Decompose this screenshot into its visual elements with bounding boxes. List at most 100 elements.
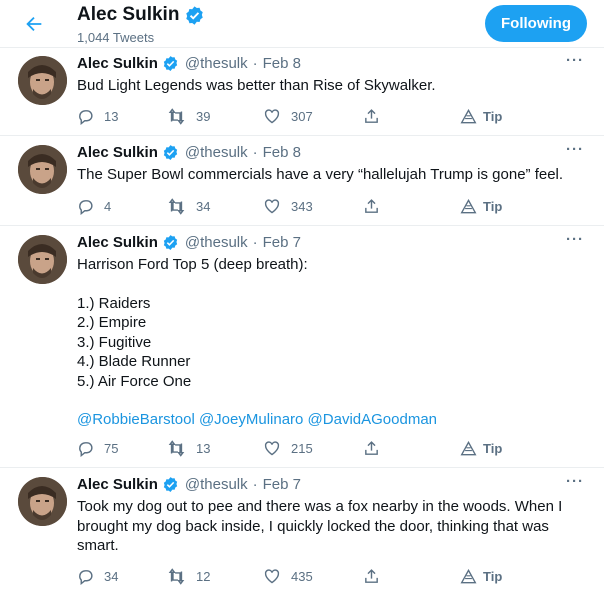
- tweet-actions: 4 34 343 Tip: [77, 196, 517, 216]
- share-icon: [365, 198, 378, 213]
- tweet-header: Alec Sulkin @thesulk · Feb 8: [77, 55, 301, 72]
- tweet[interactable]: Alec Sulkin @thesulk · Feb 8 ··· Bud Lig…: [0, 48, 604, 136]
- tweet-text-line: 1.) Raiders: [77, 294, 151, 312]
- more-icon[interactable]: ···: [566, 141, 584, 158]
- tweet[interactable]: Alec Sulkin @thesulk · Feb 7 ··· Took my…: [0, 469, 604, 596]
- tip-icon: [460, 198, 477, 213]
- reply-icon: [79, 441, 93, 457]
- tweet-header: Alec Sulkin @thesulk · Feb 7: [77, 234, 301, 251]
- tip-button[interactable]: Tip: [460, 196, 502, 216]
- retweet-button[interactable]: 34: [167, 196, 210, 216]
- like-icon: [264, 198, 280, 213]
- author-handle[interactable]: @thesulk: [185, 234, 248, 251]
- verified-badge-icon: [163, 477, 178, 492]
- reply-button[interactable]: 34: [77, 566, 118, 586]
- avatar-image: [18, 235, 67, 284]
- retweet-icon: [168, 197, 185, 215]
- reply-button[interactable]: 4: [77, 196, 111, 216]
- verified-badge-icon: [186, 5, 204, 25]
- more-icon[interactable]: ···: [566, 52, 584, 69]
- author-name[interactable]: Alec Sulkin: [77, 234, 158, 251]
- more-icon[interactable]: ···: [566, 473, 584, 490]
- avatar[interactable]: [18, 145, 67, 194]
- tweet-date[interactable]: Feb 7: [263, 476, 301, 493]
- tweet-actions: 34 12 435 Tip: [77, 566, 517, 586]
- like-button[interactable]: 343: [263, 196, 313, 216]
- tweet[interactable]: Alec Sulkin @thesulk · Feb 7 ··· Harriso…: [0, 227, 604, 468]
- share-button[interactable]: [363, 106, 380, 126]
- avatar-image: [18, 145, 67, 194]
- following-button[interactable]: Following: [485, 5, 587, 42]
- like-count: 435: [291, 568, 313, 584]
- avatar-image: [18, 477, 67, 526]
- reply-button[interactable]: 13: [77, 106, 118, 126]
- tweet-text-line: [77, 391, 577, 410]
- tweet-text: Took my dog out to pee and there was a f…: [77, 497, 577, 556]
- separator-dot: ·: [252, 476, 258, 493]
- retweet-button[interactable]: 13: [167, 438, 210, 458]
- like-button[interactable]: 435: [263, 566, 313, 586]
- author-name[interactable]: Alec Sulkin: [77, 476, 158, 493]
- reply-count: 13: [104, 108, 119, 124]
- separator-dot: ·: [252, 234, 258, 251]
- retweet-button[interactable]: 12: [167, 566, 210, 586]
- like-count: 343: [291, 198, 313, 214]
- tweet-text-line: Bud Light Legends was better than Rise o…: [77, 77, 436, 94]
- author-handle[interactable]: @thesulk: [185, 476, 248, 493]
- tweet-date[interactable]: Feb 8: [263, 144, 301, 161]
- share-icon: [365, 440, 378, 455]
- share-button[interactable]: [363, 566, 380, 586]
- avatar-image: [18, 56, 67, 105]
- tweet-text-line: 3.) Fugitive: [77, 333, 152, 351]
- like-button[interactable]: 215: [263, 438, 313, 458]
- tweet-header: Alec Sulkin @thesulk · Feb 8: [77, 144, 301, 161]
- avatar[interactable]: [18, 56, 67, 105]
- author-handle[interactable]: @thesulk: [185, 144, 248, 161]
- share-icon: [365, 568, 378, 583]
- tweet-text: Bud Light Legends was better than Rise o…: [77, 76, 577, 96]
- tip-icon: [460, 568, 477, 583]
- tweet-text-line: 2.) Empire: [77, 314, 147, 331]
- author-name[interactable]: Alec Sulkin: [77, 144, 158, 161]
- share-button[interactable]: [363, 196, 380, 216]
- avatar[interactable]: [18, 477, 67, 526]
- author-name[interactable]: Alec Sulkin: [77, 55, 158, 72]
- share-button[interactable]: [363, 438, 380, 458]
- verified-badge-icon: [163, 235, 178, 250]
- author-handle[interactable]: @thesulk: [185, 55, 248, 72]
- back-button[interactable]: [20, 10, 48, 38]
- tip-button[interactable]: Tip: [460, 106, 502, 126]
- reply-icon: [79, 109, 93, 125]
- tip-label: Tip: [483, 568, 503, 584]
- tweet-text: The Super Bowl commercials have a very “…: [77, 165, 577, 185]
- tip-button[interactable]: Tip: [460, 566, 502, 586]
- more-icon[interactable]: ···: [566, 231, 584, 248]
- tweet-text-line: The Super Bowl commercials have a very “…: [77, 166, 564, 183]
- avatar[interactable]: [18, 235, 67, 284]
- tweet-header: Alec Sulkin @thesulk · Feb 7: [77, 476, 301, 493]
- reply-button[interactable]: 75: [77, 438, 118, 458]
- reply-count: 75: [104, 440, 119, 456]
- retweet-count: 39: [196, 108, 211, 124]
- retweet-button[interactable]: 39: [167, 106, 210, 126]
- back-arrow-icon: [26, 16, 42, 32]
- tip-label: Tip: [483, 198, 503, 214]
- retweet-icon: [168, 107, 185, 125]
- reply-count: 34: [104, 568, 119, 584]
- mention-links[interactable]: @RobbieBarstool @JoeyMulinaro @DavidAGoo…: [77, 410, 577, 430]
- reply-icon: [79, 569, 93, 585]
- tweet-actions: 13 39 307 Tip: [77, 106, 517, 126]
- tip-button[interactable]: Tip: [460, 438, 502, 458]
- tweet-text-line: smart.: [77, 537, 119, 554]
- tweet-date[interactable]: Feb 7: [263, 234, 301, 251]
- separator-dot: ·: [252, 55, 258, 72]
- like-icon: [264, 440, 280, 455]
- tweet[interactable]: Alec Sulkin @thesulk · Feb 8 ··· The Sup…: [0, 137, 604, 226]
- verified-badge-icon: [163, 145, 178, 160]
- separator-dot: ·: [252, 144, 258, 161]
- tweet-date[interactable]: Feb 8: [263, 55, 301, 72]
- reply-icon: [79, 199, 93, 215]
- tip-icon: [460, 108, 477, 123]
- tweet-count: 1,044 Tweets: [77, 30, 155, 45]
- like-button[interactable]: 307: [263, 106, 313, 126]
